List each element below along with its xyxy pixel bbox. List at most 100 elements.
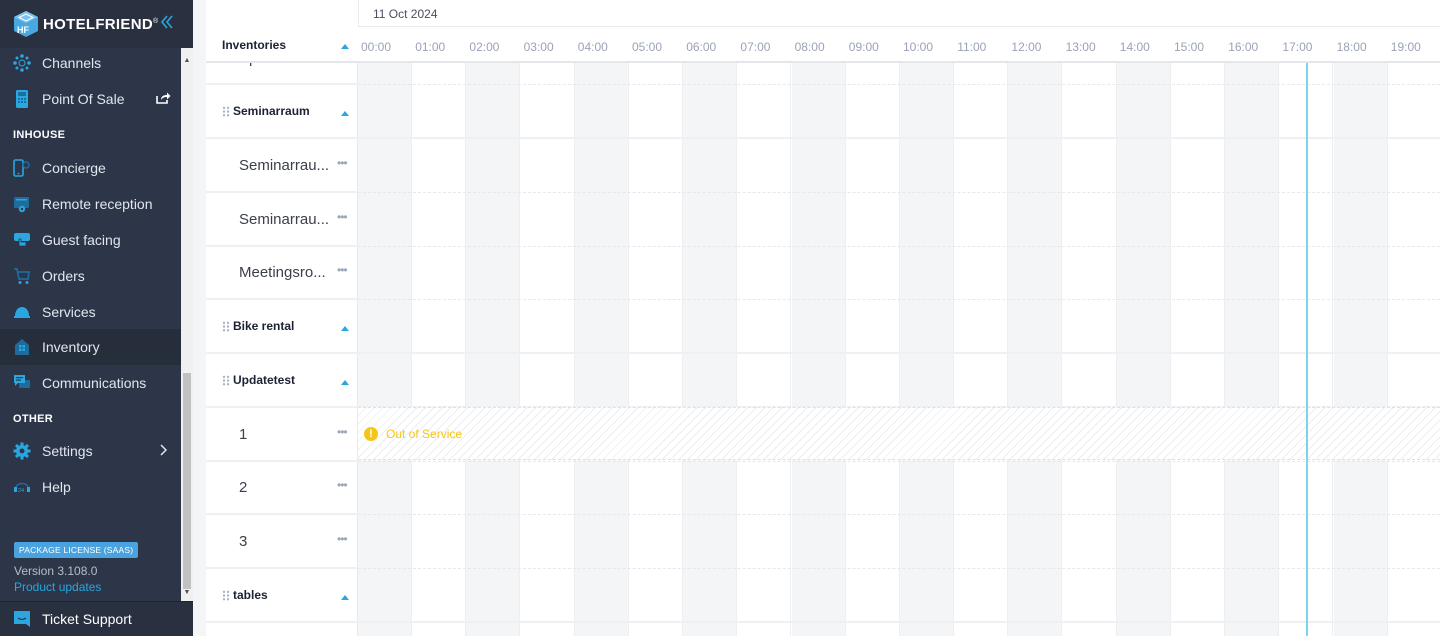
sidebar-item-communications[interactable]: Communications	[0, 365, 181, 401]
sidebar-item-remote-reception[interactable]: Remote reception	[0, 186, 181, 222]
sidebar-item-guest-facing[interactable]: Guest facing	[0, 222, 181, 258]
drag-handle-icon[interactable]	[222, 320, 230, 332]
inventory-item-row[interactable]: Seminarrau... •••	[206, 193, 358, 247]
timeline-row[interactable]	[358, 515, 1440, 569]
group-name: tables	[233, 588, 268, 602]
section-label-other: OTHER	[13, 413, 53, 425]
timeline-row[interactable]	[358, 246, 1440, 300]
sidebar-scrollbar[interactable]: ▲ ▼	[181, 48, 193, 601]
inventory-group-row[interactable]: tables	[206, 569, 358, 623]
sidebar: HF HOTELFRIEND® Channels Point Of Sale I…	[0, 0, 193, 636]
ticket-support-label: Ticket Support	[42, 611, 132, 627]
phone-gear-icon	[13, 159, 31, 177]
hour-label: 08:00	[794, 40, 825, 54]
hour-label: 00:00	[361, 40, 392, 54]
hour-label: 04:00	[577, 40, 608, 54]
inventory-item-row[interactable]: 1 •••	[206, 408, 358, 462]
inventory-scheduler: Inventories Spielfeld ...•••SeminarraumS…	[206, 0, 1440, 636]
sidebar-item-help[interactable]: 24 Help	[0, 469, 181, 505]
collapse-caret-icon[interactable]	[341, 595, 349, 600]
group-label: tables	[222, 588, 268, 602]
sidebar-item-label: Inventory	[42, 339, 100, 355]
service-bell-icon	[13, 303, 31, 321]
timeline-row[interactable]	[358, 461, 1440, 515]
inventory-group-row[interactable]: Seminarraum	[206, 85, 358, 139]
hour-label: 11:00	[957, 40, 987, 54]
logo-bar: HF HOTELFRIEND®	[0, 0, 193, 48]
sidebar-item-orders[interactable]: Orders	[0, 258, 181, 294]
item-name: Seminarrau...	[239, 211, 330, 228]
more-options-icon[interactable]: •••	[337, 263, 348, 277]
headset-24-icon: 24	[13, 478, 31, 496]
sidebar-item-label: Channels	[42, 55, 102, 71]
collapse-all-caret-icon[interactable]	[341, 44, 349, 49]
external-share-icon[interactable]	[155, 90, 171, 106]
timeline: 11 Oct 2024 00:00 01:00 02:00 03:00 04:00 05:…	[358, 0, 1440, 636]
item-name: 2	[239, 479, 248, 496]
hour-label: 17:00	[1282, 40, 1313, 54]
sidebar-item-concierge[interactable]: Concierge	[0, 150, 181, 186]
inventory-item-row[interactable]: 3 •••	[206, 515, 358, 569]
timeline-row[interactable]	[358, 85, 1440, 139]
hour-label: 01:00	[415, 40, 446, 54]
hour-label: 18:00	[1336, 40, 1367, 54]
hour-label: 15:00	[1174, 40, 1205, 54]
svg-text:HF: HF	[17, 25, 29, 35]
cart-icon	[13, 267, 31, 285]
inventory-group-row[interactable]: Updatetest	[206, 354, 358, 408]
license-badge: PACKAGE LICENSE (SAAS)	[14, 542, 139, 558]
timeline-row[interactable]	[358, 300, 1440, 354]
more-options-icon[interactable]: •••	[337, 156, 348, 170]
version-text: Version 3.108.0	[14, 564, 98, 578]
timeline-row[interactable]	[358, 569, 1440, 623]
drag-handle-icon[interactable]	[222, 589, 230, 601]
sidebar-item-label: Help	[42, 479, 71, 495]
timeline-row[interactable]	[358, 354, 1440, 408]
group-name: Seminarraum	[233, 104, 310, 118]
double-chevron-left-icon[interactable]	[160, 14, 176, 34]
sidebar-item-inventory[interactable]: Inventory	[0, 329, 181, 365]
hour-label: 12:00	[1011, 40, 1042, 54]
chevron-right-icon	[155, 442, 171, 458]
timeline-row[interactable]	[358, 139, 1440, 193]
more-options-icon[interactable]: •••	[337, 210, 348, 224]
sidebar-item-point-of-sale[interactable]: Point Of Sale	[0, 81, 181, 117]
collapse-caret-icon[interactable]	[341, 380, 349, 385]
inventory-item-row[interactable]: Seminarrau... •••	[206, 139, 358, 193]
inventory-item-row[interactable]: 2 •••	[206, 461, 358, 515]
more-options-icon[interactable]: •••	[337, 478, 348, 492]
more-options-icon[interactable]: •••	[337, 532, 348, 546]
hour-label: 03:00	[523, 40, 554, 54]
hour-label: 09:00	[848, 40, 879, 54]
hour-label: 07:00	[740, 40, 771, 54]
item-name: 1	[239, 426, 248, 443]
inventory-group-row[interactable]: Bike rental	[206, 300, 358, 354]
scroll-up-arrow-icon[interactable]: ▲	[183, 56, 191, 66]
timeline-row[interactable]	[358, 193, 1440, 247]
collapse-caret-icon[interactable]	[341, 111, 349, 116]
group-label: Seminarraum	[222, 104, 310, 118]
product-updates-link[interactable]: Product updates	[14, 580, 101, 594]
drag-handle-icon[interactable]	[222, 374, 230, 386]
hour-label: 19:00	[1390, 40, 1421, 54]
group-name: Updatetest	[233, 373, 296, 387]
drag-handle-icon[interactable]	[222, 105, 230, 117]
hour-label: 16:00	[1228, 40, 1259, 54]
more-options-icon[interactable]: •••	[337, 425, 348, 439]
scroll-down-arrow-icon[interactable]: ▼	[183, 588, 191, 598]
inventory-house-icon	[13, 338, 31, 356]
date-label: 11 Oct 2024	[373, 7, 438, 21]
sidebar-item-settings[interactable]: Settings	[0, 433, 181, 469]
sidebar-item-services[interactable]: Services	[0, 294, 181, 330]
sidebar-item-label: Point Of Sale	[42, 91, 125, 107]
out-of-service-block[interactable]: ! Out of Service	[358, 407, 1440, 460]
inventory-list: Inventories Spielfeld ...•••SeminarraumS…	[206, 0, 358, 636]
sidebar-item-channels[interactable]: Channels	[0, 48, 181, 81]
ticket-support-button[interactable]: Ticket Support	[0, 601, 193, 636]
sidebar-item-label: Concierge	[42, 160, 106, 176]
collapse-caret-icon[interactable]	[341, 326, 349, 331]
inventory-item-row[interactable]: Meetingsro... •••	[206, 246, 358, 300]
scrollbar-thumb[interactable]	[183, 373, 191, 589]
svg-text:24: 24	[18, 488, 24, 494]
hour-label: 14:00	[1119, 40, 1150, 54]
